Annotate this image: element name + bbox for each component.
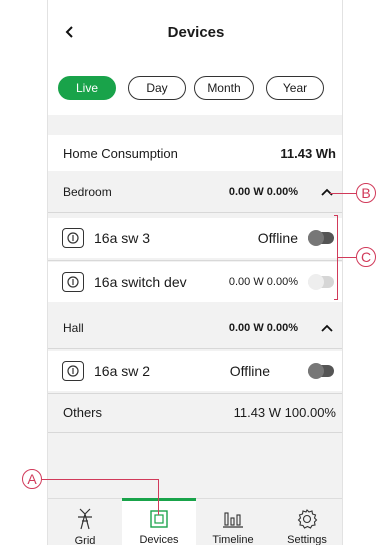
room-consumption: 0.00 W 0.00% xyxy=(229,322,298,334)
bottom-tab-bar: Grid Devices Timeline Settings xyxy=(48,498,342,545)
device-percent: 0.00% xyxy=(266,276,298,288)
period-filter: Live Day Month Year xyxy=(58,76,324,100)
tab-label: Settings xyxy=(287,534,327,545)
device-status: Offline xyxy=(257,230,298,246)
room-percent: 0.00% xyxy=(266,186,298,198)
gear-icon xyxy=(296,507,318,530)
tab-label: Devices xyxy=(139,534,179,545)
filter-month-chip[interactable]: Month xyxy=(194,76,254,100)
others-consumption: 11.43 W 100.00% xyxy=(234,405,336,420)
room-name: Hall xyxy=(63,321,84,335)
room-header-hall[interactable]: Hall 0.00 W 0.00% xyxy=(48,310,342,346)
room-power: 0.00 W xyxy=(228,322,264,334)
phone-screen: Devices Live Day Month Year Home Consump… xyxy=(47,0,343,545)
tab-label: Grid xyxy=(74,535,96,545)
device-toggle[interactable] xyxy=(308,230,334,246)
others-percent: 100.00% xyxy=(284,404,336,420)
tab-grid[interactable]: Grid xyxy=(48,499,122,545)
timeline-bars-icon xyxy=(222,507,244,530)
tab-settings[interactable]: Settings xyxy=(270,499,342,545)
tab-label: Timeline xyxy=(212,534,254,545)
header-area: Devices Live Day Month Year xyxy=(48,0,342,115)
chevron-up-icon xyxy=(321,188,333,196)
divider xyxy=(48,432,342,433)
grid-tower-icon xyxy=(76,507,94,531)
filter-day-chip[interactable]: Day xyxy=(128,76,186,100)
room-percent: 0.00% xyxy=(266,322,298,334)
callout-c-line xyxy=(338,257,356,259)
callout-b: B xyxy=(356,183,376,203)
others-row: Others 11.43 W 100.00% xyxy=(48,394,342,430)
others-power: 11.43 W xyxy=(233,404,282,420)
device-toggle[interactable] xyxy=(308,274,334,290)
callout-a-line xyxy=(158,479,160,515)
power-icon xyxy=(62,272,84,292)
filter-year-chip[interactable]: Year xyxy=(266,76,324,100)
page-title: Devices xyxy=(167,24,225,41)
others-label: Others xyxy=(63,404,103,420)
room-consumption: 0.00 W 0.00% xyxy=(229,186,298,198)
device-toggle[interactable] xyxy=(308,363,334,379)
callout-c: C xyxy=(356,247,376,267)
device-name: 16a switch dev xyxy=(94,274,187,290)
device-name: 16a sw 3 xyxy=(94,230,151,246)
room-header-bedroom[interactable]: Bedroom 0.00 W 0.00% xyxy=(48,174,342,210)
power-icon xyxy=(62,361,84,381)
divider xyxy=(48,212,342,213)
callout-a-line xyxy=(42,479,159,481)
device-status: Offline xyxy=(229,363,270,379)
device-row-16a-switch-dev[interactable]: 16a switch dev 0.00 W 0.00% xyxy=(48,262,342,302)
device-row-16a-sw-3[interactable]: 16a sw 3 Offline xyxy=(48,218,342,258)
filter-live-chip[interactable]: Live xyxy=(58,76,116,100)
chevron-up-icon xyxy=(321,324,333,332)
collapse-chevron-button[interactable] xyxy=(318,183,336,201)
collapse-chevron-button[interactable] xyxy=(318,319,336,337)
divider xyxy=(48,348,342,349)
power-icon xyxy=(62,228,84,248)
device-power: 0.00 W xyxy=(228,276,264,288)
device-row-16a-sw-2[interactable]: 16a sw 2 Offline xyxy=(48,351,342,391)
device-name: 16a sw 2 xyxy=(94,363,151,379)
callout-a: A xyxy=(22,469,42,489)
home-consumption-label: Home Consumption xyxy=(63,145,178,161)
device-consumption: 0.00 W 0.00% xyxy=(229,276,298,288)
divider xyxy=(48,260,342,261)
home-consumption-row: Home Consumption 11.43 Wh xyxy=(48,135,342,171)
home-consumption-value: 11.43 Wh xyxy=(280,145,336,161)
room-name: Bedroom xyxy=(63,185,112,199)
tab-timeline[interactable]: Timeline xyxy=(196,499,270,545)
callout-c-bracket xyxy=(334,299,338,301)
callout-b-line xyxy=(330,193,358,195)
room-power: 0.00 W xyxy=(228,186,264,198)
